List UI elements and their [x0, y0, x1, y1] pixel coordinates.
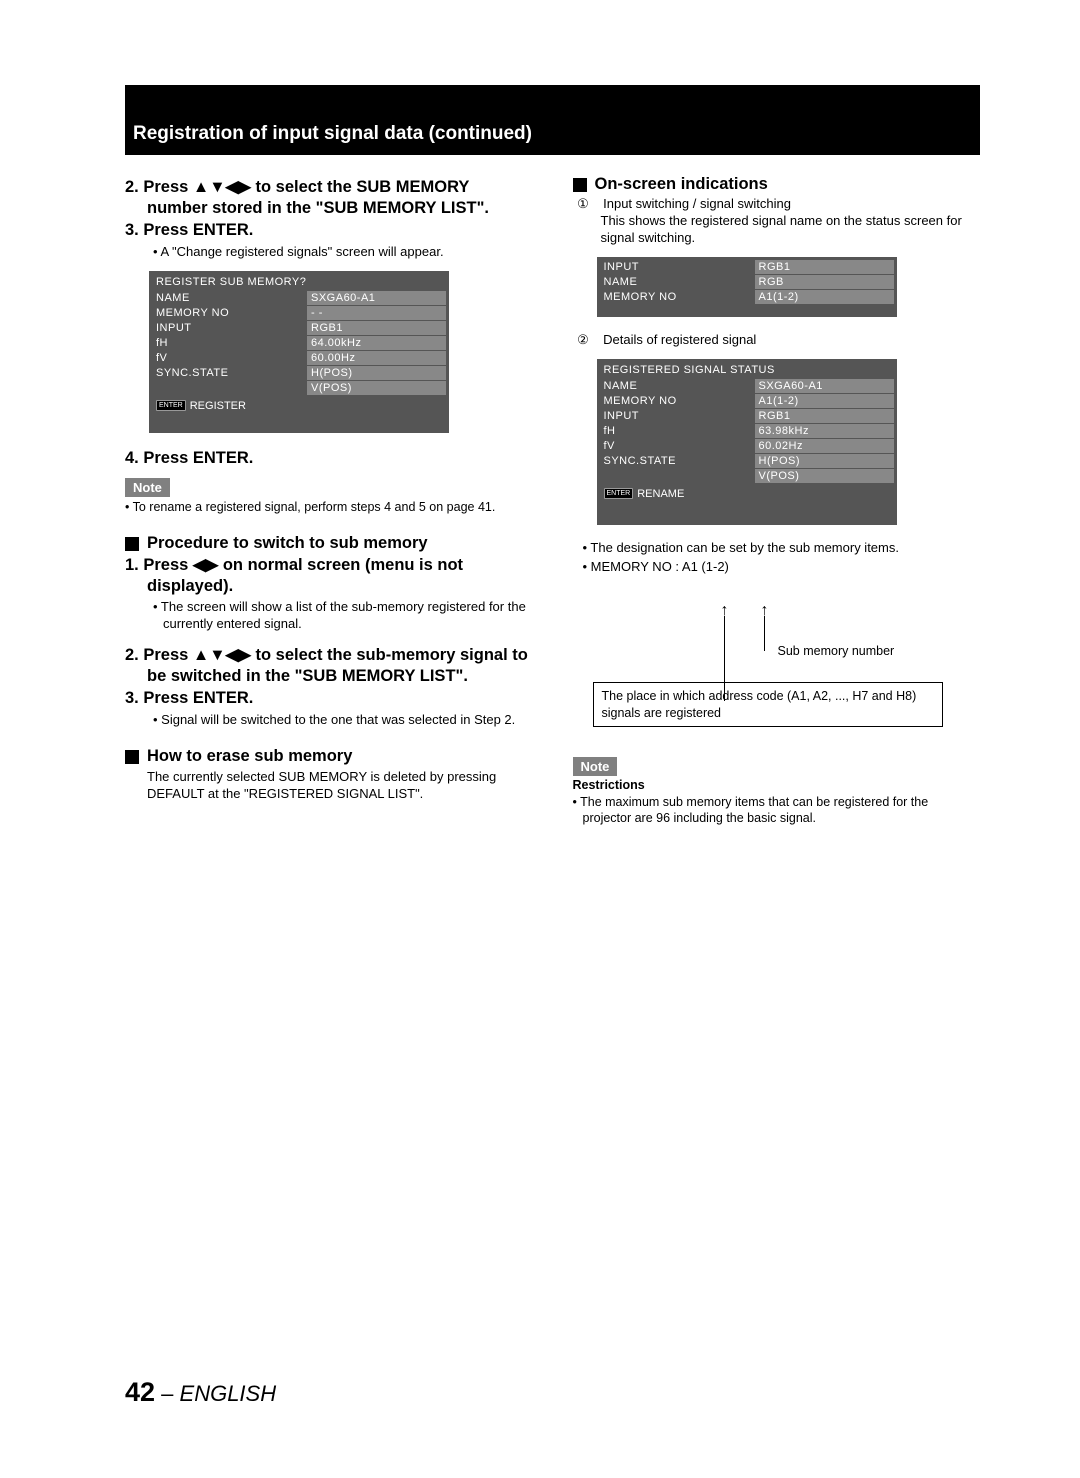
enter-key-icon: ENTER	[604, 488, 634, 499]
right-column: On-screen indications ① Input switching …	[573, 175, 981, 827]
square-bullet-icon	[125, 750, 139, 764]
note-step4: • To rename a registered signal, perform…	[135, 500, 533, 516]
step-4: 4. Press ENTER.	[125, 448, 533, 469]
note-label: Note	[573, 757, 618, 776]
designation-bullet: • The designation can be set by the sub …	[593, 540, 981, 557]
restrictions-bullet: • The maximum sub memory items that can …	[583, 795, 981, 826]
memory-no-bullet: • MEMORY NO : A1 (1-2)	[593, 559, 981, 576]
circled-1-icon: ①	[584, 196, 600, 213]
indication-2: ② Details of registered signal	[601, 332, 981, 349]
switch-step-3: 3. Press ENTER.	[125, 688, 533, 709]
section-erase: How to erase sub memory	[125, 747, 533, 766]
switch-step-3-bullet: • Signal will be switched to the one tha…	[163, 712, 533, 729]
up-arrow-icon: ↑	[721, 602, 729, 620]
note-label: Note	[125, 478, 170, 497]
left-column: 2. Press ▲▼◀▶ to select the SUB MEMORY n…	[125, 175, 533, 827]
osd-registered-signal-status: REGISTERED SIGNAL STATUS NAMESXGA60-A1 M…	[597, 359, 897, 525]
address-code-box: The place in which address code (A1, A2,…	[593, 682, 943, 727]
erase-body: The currently selected SUB MEMORY is del…	[147, 769, 533, 803]
switch-step-1: 1. Press ◀▶ on normal screen (menu is no…	[125, 555, 533, 596]
square-bullet-icon	[573, 178, 587, 192]
switch-step-1-bullet: • The screen will show a list of the sub…	[163, 599, 533, 633]
osd3-title: REGISTERED SIGNAL STATUS	[600, 362, 894, 379]
osd1-title: REGISTER SUB MEMORY?	[152, 274, 446, 291]
circled-2-icon: ②	[584, 332, 600, 349]
indication-1: ① Input switching / signal switching	[601, 196, 981, 213]
sub-memory-number-label: Sub memory number	[778, 644, 895, 658]
enter-key-icon: ENTER	[156, 400, 186, 411]
section-onscreen: On-screen indications	[573, 175, 981, 194]
page-title: Registration of input signal data (conti…	[125, 85, 980, 155]
osd1-footer: REGISTER	[190, 400, 246, 412]
section-procedure-switch: Procedure to switch to sub memory	[125, 534, 533, 553]
osd-input-switching: INPUTRGB1 NAMERGB MEMORY NOA1(1-2)	[597, 257, 897, 317]
indication-1-body: This shows the registered signal name on…	[601, 213, 981, 247]
page-number: 42	[125, 1377, 155, 1407]
step-2: 2. Press ▲▼◀▶ to select the SUB MEMORY n…	[125, 177, 533, 218]
osd-register-sub-memory: REGISTER SUB MEMORY? NAMESXGA60-A1 MEMOR…	[149, 271, 449, 433]
memory-no-diagram: ↑ ↑ Sub memory number The place in which…	[593, 582, 981, 747]
square-bullet-icon	[125, 537, 139, 551]
switch-step-2: 2. Press ▲▼◀▶ to select the sub-memory s…	[125, 645, 533, 686]
page-footer: 42 – ENGLISH	[125, 1377, 276, 1408]
osd3-footer: RENAME	[637, 488, 684, 500]
step-3-bullet: • A "Change registered signals" screen w…	[163, 244, 533, 261]
up-arrow-icon: ↑	[761, 602, 769, 620]
restrictions-heading: Restrictions	[573, 778, 981, 792]
language-label: ENGLISH	[180, 1381, 277, 1406]
step-3: 3. Press ENTER.	[125, 220, 533, 241]
